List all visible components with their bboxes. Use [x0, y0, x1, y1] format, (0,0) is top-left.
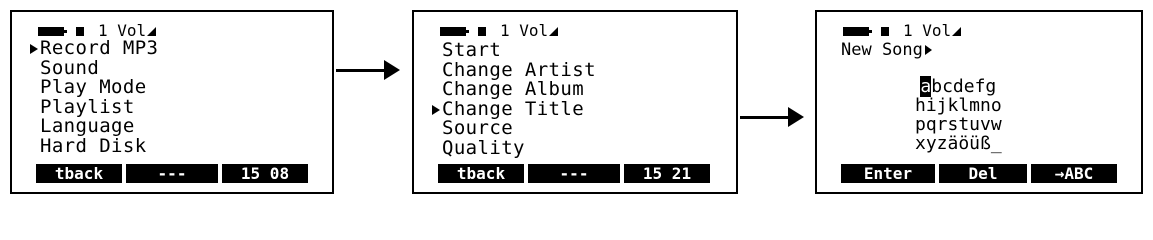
status-bar: 1 Vol	[843, 22, 962, 40]
middle-softkey[interactable]: ---	[126, 164, 218, 183]
clock-softkey: 15 08	[222, 164, 308, 183]
selection-cursor-icon	[432, 104, 440, 115]
device-screen-main-menu: 1 Vol Record MP3 Sound Play Mode Playlis…	[10, 10, 334, 194]
menu-item-quality[interactable]: Quality	[442, 138, 596, 159]
selected-character[interactable]: a	[920, 76, 932, 97]
charset-row-2[interactable]: hijklmno	[915, 96, 1002, 115]
charset-row-1[interactable]: abcdefg	[915, 76, 1002, 97]
hold-indicator-icon	[76, 26, 84, 36]
volume-icon	[549, 27, 559, 36]
text-cursor-icon	[924, 45, 932, 55]
status-bar: 1 Vol	[440, 22, 559, 40]
charset-row-4[interactable]: xyzäöüß_	[915, 134, 1002, 153]
volume-icon	[147, 27, 157, 36]
hold-indicator-icon	[881, 26, 889, 36]
battery-icon	[38, 26, 67, 36]
softkey-bar: tback --- 15 21	[438, 164, 710, 183]
device-screen-text-entry: 1 Vol New Song abcdefg hijklmno pqrstuvw…	[815, 10, 1143, 194]
flow-arrow-1	[336, 60, 400, 80]
abc-mode-softkey[interactable]: →ABC	[1031, 164, 1117, 183]
volume-status: 1 Vol	[500, 23, 559, 39]
volume-status: 1 Vol	[903, 23, 962, 39]
delete-softkey[interactable]: Del	[939, 164, 1027, 183]
softkey-bar: Enter Del →ABC	[841, 164, 1117, 183]
flow-arrow-2	[740, 107, 804, 127]
middle-softkey[interactable]: ---	[528, 164, 620, 183]
song-title-field[interactable]: New Song	[841, 41, 932, 59]
back-softkey[interactable]: tback	[36, 164, 122, 183]
clock-softkey: 15 21	[624, 164, 710, 183]
character-picker: abcdefg hijklmno pqrstuvw xyzäöüß_	[915, 76, 1002, 153]
softkey-bar: tback --- 15 08	[36, 164, 308, 183]
back-softkey[interactable]: tback	[438, 164, 524, 183]
battery-icon	[440, 26, 469, 36]
main-menu: Record MP3 Sound Play Mode Playlist Lang…	[30, 38, 158, 157]
selection-cursor-icon	[30, 44, 38, 54]
menu-item-hard-disk[interactable]: Hard Disk	[40, 136, 158, 157]
device-screen-record-menu: 1 Vol Start Change Artist Change Album C…	[412, 10, 738, 194]
volume-icon	[952, 27, 962, 36]
record-menu: Start Change Artist Change Album Change …	[432, 40, 596, 159]
battery-icon	[843, 26, 872, 36]
hold-indicator-icon	[478, 26, 486, 36]
charset-row-3[interactable]: pqrstuvw	[915, 115, 1002, 134]
enter-softkey[interactable]: Enter	[841, 164, 935, 183]
